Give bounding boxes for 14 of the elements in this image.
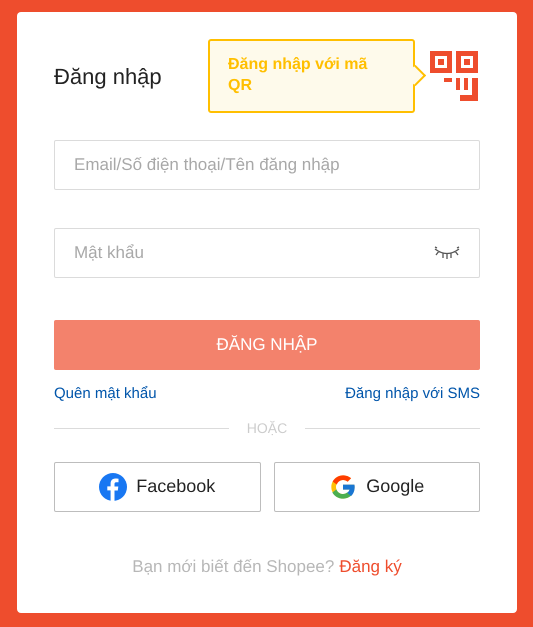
- facebook-login-button[interactable]: Facebook: [54, 462, 260, 512]
- password-field[interactable]: Mật khẩu: [54, 228, 480, 278]
- signup-prompt: Bạn mới biết đến Shopee?: [132, 556, 334, 578]
- forgot-password-link[interactable]: Quên mật khẩu: [54, 383, 157, 406]
- login-title: Đăng nhập: [54, 62, 162, 91]
- qr-code-icon[interactable]: [430, 51, 480, 101]
- sms-login-link[interactable]: Đăng nhập với SMS: [345, 383, 480, 406]
- qr-tooltip: Đăng nhập với mã QR: [208, 39, 415, 113]
- username-field[interactable]: Email/Số điện thoại/Tên đăng nhập: [54, 140, 480, 190]
- google-icon: [329, 472, 358, 500]
- facebook-icon: [99, 472, 128, 500]
- eye-closed-icon[interactable]: [434, 246, 460, 260]
- google-login-button[interactable]: Google: [274, 462, 480, 512]
- signup-link[interactable]: Đăng ký: [339, 554, 402, 579]
